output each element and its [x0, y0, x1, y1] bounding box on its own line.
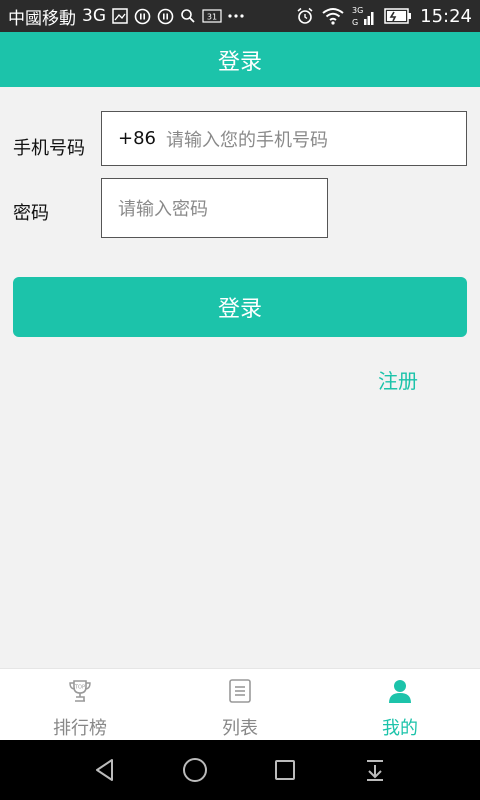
trophy-icon: TOP	[66, 677, 94, 704]
password-input[interactable]: 请输入密码	[101, 178, 328, 238]
notification-pull-icon[interactable]	[355, 750, 395, 790]
password-label: 密码	[13, 203, 49, 224]
page-title: 登录	[217, 49, 262, 75]
nav-item-ranking[interactable]: TOP 排行榜	[0, 669, 160, 740]
more-dots-icon	[228, 13, 244, 19]
wifi-icon	[322, 7, 344, 25]
status-bar: 中國移動 3G 31 3G G 15:24	[0, 0, 480, 32]
pause-circle-icon	[157, 8, 174, 25]
home-icon[interactable]	[175, 750, 215, 790]
svg-text:G: G	[352, 18, 358, 27]
recents-icon[interactable]	[265, 750, 305, 790]
country-code[interactable]: +86	[118, 128, 156, 149]
list-icon	[226, 677, 254, 704]
system-nav-bar	[0, 740, 480, 800]
svg-text:31: 31	[207, 13, 217, 22]
phone-placeholder: 请输入您的手机号码	[166, 129, 328, 151]
battery-icon	[384, 8, 412, 24]
phone-input[interactable]: +86 请输入您的手机号码	[101, 111, 467, 166]
password-placeholder: 请输入密码	[118, 199, 208, 220]
svg-text:TOP: TOP	[74, 684, 85, 690]
nav-label-mine: 我的	[382, 718, 418, 739]
nav-item-list[interactable]: 列表	[160, 669, 320, 740]
alarm-icon	[296, 7, 314, 25]
nav-label-list: 列表	[222, 718, 258, 739]
search-icon	[180, 8, 196, 24]
image-icon	[112, 8, 128, 24]
bottom-nav: TOP 排行榜 列表 我的	[0, 668, 480, 740]
back-icon[interactable]	[85, 750, 125, 790]
nav-label-ranking: 排行榜	[53, 718, 107, 739]
network-type: 3G	[82, 6, 106, 26]
login-button[interactable]: 登录	[13, 277, 467, 337]
carrier-name: 中國移動	[8, 8, 76, 29]
header: 登录	[0, 32, 480, 87]
phone-label: 手机号码	[13, 138, 85, 159]
svg-text:3G: 3G	[352, 6, 363, 15]
user-icon	[386, 677, 414, 704]
status-left: 中國移動 3G 31	[8, 4, 244, 29]
clock: 15:24	[420, 5, 472, 27]
register-link[interactable]: 注册	[378, 365, 418, 394]
login-button-label: 登录	[217, 297, 262, 322]
calendar-icon: 31	[202, 9, 222, 23]
nav-item-mine[interactable]: 我的	[320, 669, 480, 740]
status-right: 3G G 15:24	[296, 5, 472, 27]
signal-icon: 3G G	[352, 5, 376, 27]
pause-circle-icon	[134, 8, 151, 25]
